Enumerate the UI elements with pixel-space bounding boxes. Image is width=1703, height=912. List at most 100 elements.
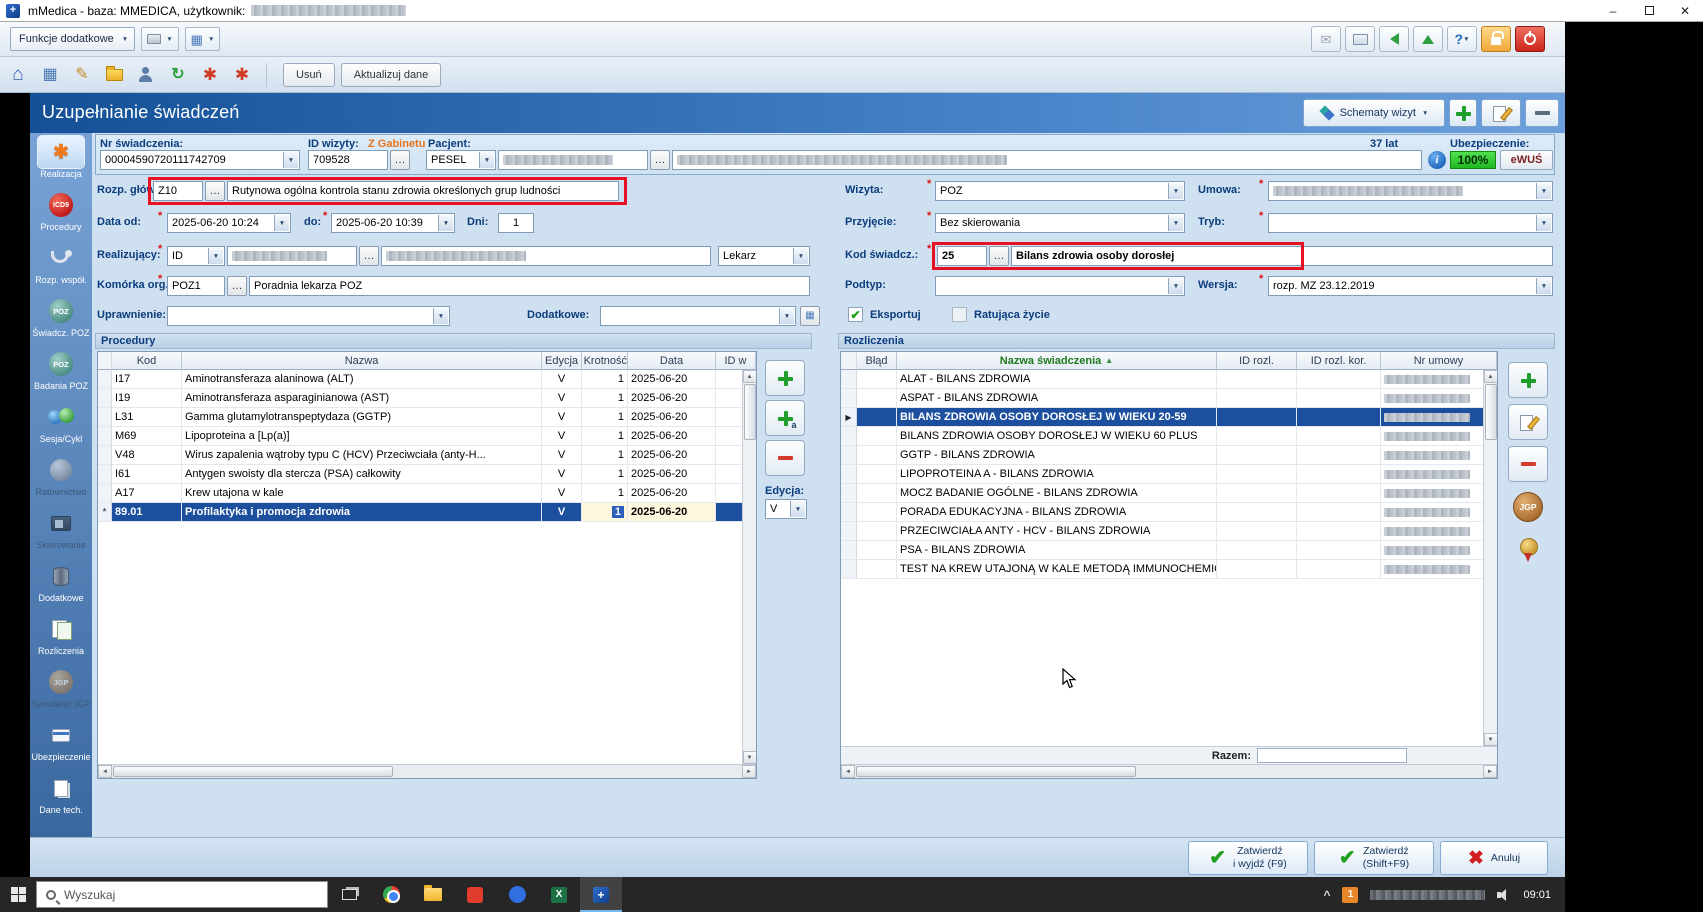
kod-swiadcz-ellipsis-button[interactable]: …: [989, 246, 1009, 266]
dropdown-arrow-icon[interactable]: ▼: [208, 248, 223, 264]
procedury-row[interactable]: I61 Antygen swoisty dla stercza (PSA) ca…: [98, 465, 756, 484]
procedury-horizontal-scrollbar[interactable]: ◄ ►: [98, 764, 756, 778]
aktualizuj-dane-button[interactable]: Aktualizuj dane: [341, 63, 442, 87]
rozliczenia-row[interactable]: LIPOPROTEINA A - BILANS ZDROWIA: [841, 465, 1497, 484]
info-icon[interactable]: i: [1428, 151, 1446, 169]
pacjent-ellipsis-button[interactable]: …: [650, 150, 670, 170]
scrollbar-thumb[interactable]: [113, 766, 393, 777]
print-split-button[interactable]: ▼: [141, 27, 178, 51]
explorer-button[interactable]: [412, 877, 454, 912]
edit-visit-button[interactable]: ✎: [68, 61, 96, 89]
start-button[interactable]: [0, 877, 36, 912]
dropdown-arrow-icon[interactable]: ▼: [1168, 183, 1183, 199]
tray-chevron-icon[interactable]: ^: [1323, 888, 1330, 902]
scrollbar-thumb[interactable]: [744, 384, 756, 440]
rozliczenia-row[interactable]: ASPAT - BILANS ZDROWIA: [841, 389, 1497, 408]
collapse-button[interactable]: [1525, 99, 1559, 127]
dropdown-arrow-icon[interactable]: ▼: [479, 152, 494, 168]
procedury-row[interactable]: M69 Lipoproteina a [Lp(a)] V 1 2025-06-2…: [98, 427, 756, 446]
id-wizyty-field[interactable]: 709528: [308, 150, 388, 170]
sidebar-item-realizacja[interactable]: Realizacja: [30, 133, 92, 186]
rozp-glowne-kod-field[interactable]: Z10: [153, 181, 203, 201]
back-button[interactable]: [1379, 26, 1409, 52]
rozliczenia-row[interactable]: PRZECIWCIAŁA ANTY - HCV - BILANS ZDROWIA: [841, 522, 1497, 541]
scroll-up-icon[interactable]: ▲: [1484, 370, 1498, 383]
add-schema-button[interactable]: [1449, 99, 1477, 127]
ewus-button[interactable]: eWUŚ: [1500, 150, 1553, 170]
przyjecie-field[interactable]: Bez skierowania▼: [935, 213, 1185, 233]
sidebar-item-rozliczenia[interactable]: Rozliczenia: [30, 610, 92, 663]
lekarz-field[interactable]: Lekarz▼: [718, 246, 810, 266]
patient-button[interactable]: [132, 61, 160, 89]
rozliczenia-horizontal-scrollbar[interactable]: ◄ ►: [841, 764, 1497, 778]
pacjent-name-field[interactable]: [672, 150, 1422, 170]
services-button[interactable]: ✱: [196, 61, 224, 89]
rozliczenia-row[interactable]: PORADA EDUKACYJNA - BILANS ZDROWIA: [841, 503, 1497, 522]
notification-icon[interactable]: 1: [1342, 887, 1358, 903]
rozliczenia-add-button[interactable]: [1508, 362, 1548, 398]
komorka-kod-field[interactable]: POZ1: [167, 276, 225, 296]
dropdown-arrow-icon[interactable]: ▼: [1536, 215, 1551, 231]
wizyta-field[interactable]: POZ▼: [935, 181, 1185, 201]
mmedica-taskbar-button[interactable]: +: [580, 877, 622, 912]
rozliczenia-edit-button[interactable]: [1508, 404, 1548, 440]
realizujacy-typ-field[interactable]: ID▼: [167, 246, 225, 266]
realizujacy-name-field[interactable]: [381, 246, 711, 266]
home-button[interactable]: ⌂: [4, 61, 32, 89]
komorka-ellipsis-button[interactable]: …: [227, 276, 247, 296]
column-header-nr-umowy[interactable]: Nr umowy: [1381, 352, 1497, 370]
procedury-row[interactable]: I19 Aminotransferaza asparaginianowa (AS…: [98, 389, 756, 408]
volume-icon[interactable]: [1497, 889, 1511, 901]
funkcje-dodatkowe-dropdown[interactable]: Funkcje dodatkowe ▼: [10, 27, 135, 51]
scrollbar-thumb[interactable]: [1485, 384, 1497, 440]
procedury-row[interactable]: I17 Aminotransferaza alaninowa (ALT) V 1…: [98, 370, 756, 389]
dropdown-arrow-icon[interactable]: ▼: [1536, 183, 1551, 199]
procedury-remove-button[interactable]: [765, 440, 805, 476]
dropdown-arrow-icon[interactable]: ▼: [790, 501, 805, 517]
lock-button[interactable]: [1481, 26, 1511, 52]
taskbar-search-input[interactable]: Wyszukaj: [36, 881, 328, 908]
scroll-left-icon[interactable]: ◄: [98, 765, 112, 778]
umowa-field[interactable]: ▼: [1268, 181, 1553, 201]
column-header-nazwa-swiadczenia[interactable]: Nazwa świadczenia▲: [897, 352, 1217, 370]
wersja-field[interactable]: rozp. MZ 23.12.2019▼: [1268, 276, 1553, 296]
dni-field[interactable]: 1: [498, 213, 534, 233]
folders-button[interactable]: [100, 61, 128, 89]
scroll-down-icon[interactable]: ▼: [743, 751, 757, 764]
taskbar-clock[interactable]: 09:01: [1523, 889, 1551, 901]
column-header-kod[interactable]: Kod: [112, 352, 182, 370]
rozliczenia-row[interactable]: GGTP - BILANS ZDROWIA: [841, 446, 1497, 465]
dropdown-arrow-icon[interactable]: ▼: [274, 215, 289, 231]
scroll-right-icon[interactable]: ►: [1483, 765, 1497, 778]
rozliczenia-row[interactable]: TEST NA KREW UTAJONĄ W KALE METODĄ IMMUN…: [841, 560, 1497, 579]
excel-button[interactable]: X: [538, 877, 580, 912]
rozliczenia-seal-button[interactable]: [1508, 532, 1548, 570]
worklist-button[interactable]: ▦: [36, 61, 64, 89]
edit-schema-button[interactable]: [1481, 99, 1521, 127]
eksportuj-checkbox[interactable]: [848, 307, 863, 322]
rozliczenia-remove-button[interactable]: [1508, 446, 1548, 482]
data-od-field[interactable]: 2025-06-20 10:24▼: [167, 213, 291, 233]
sidebar-item-dane-tech[interactable]: Dane tech.: [30, 769, 92, 822]
sidebar-item-procedury[interactable]: ICD9 Procedury: [30, 186, 92, 239]
procedury-row[interactable]: * 89.01 Profilaktyka i promocja zdrowia …: [98, 503, 756, 522]
app-blue-button[interactable]: [496, 877, 538, 912]
pesel-value-field[interactable]: [498, 150, 648, 170]
sidebar-item-ratownictwo[interactable]: Ratownictwo: [30, 451, 92, 504]
minimize-button[interactable]: –: [1595, 0, 1631, 21]
kod-swiadcz-opis-field[interactable]: Bilans zdrowia osoby dorosłej: [1011, 246, 1553, 266]
nr-swiadczenia-field[interactable]: 00004590720111742709▼: [100, 150, 300, 170]
procedury-row[interactable]: V48 Wirus zapalenia wątroby typu C (HCV)…: [98, 446, 756, 465]
sidebar-item-symulator-jgp[interactable]: JGP Symulator JGP: [30, 663, 92, 716]
dodatkowe-list-button[interactable]: ▦: [800, 306, 820, 326]
edycja-side-field[interactable]: V▼: [765, 499, 807, 519]
procedury-add-from-dict-button[interactable]: a: [765, 400, 805, 436]
kod-swiadcz-field[interactable]: 25: [937, 246, 987, 266]
rozliczenia-row[interactable]: ▶ BILANS ZDROWIA OSOBY DOROSŁEJ W WIEKU …: [841, 408, 1497, 427]
column-header-nazwa[interactable]: Nazwa: [182, 352, 542, 370]
procedury-row[interactable]: L31 Gamma glutamylotranspeptydaza (GGTP)…: [98, 408, 756, 427]
schematy-wizyt-button[interactable]: Schematy wizyt ▼: [1303, 99, 1445, 127]
rozliczenia-row[interactable]: MOCZ BADANIE OGÓLNE - BILANS ZDROWIA: [841, 484, 1497, 503]
dropdown-arrow-icon[interactable]: ▼: [793, 248, 808, 264]
rozp-glowne-ellipsis-button[interactable]: …: [205, 181, 225, 201]
